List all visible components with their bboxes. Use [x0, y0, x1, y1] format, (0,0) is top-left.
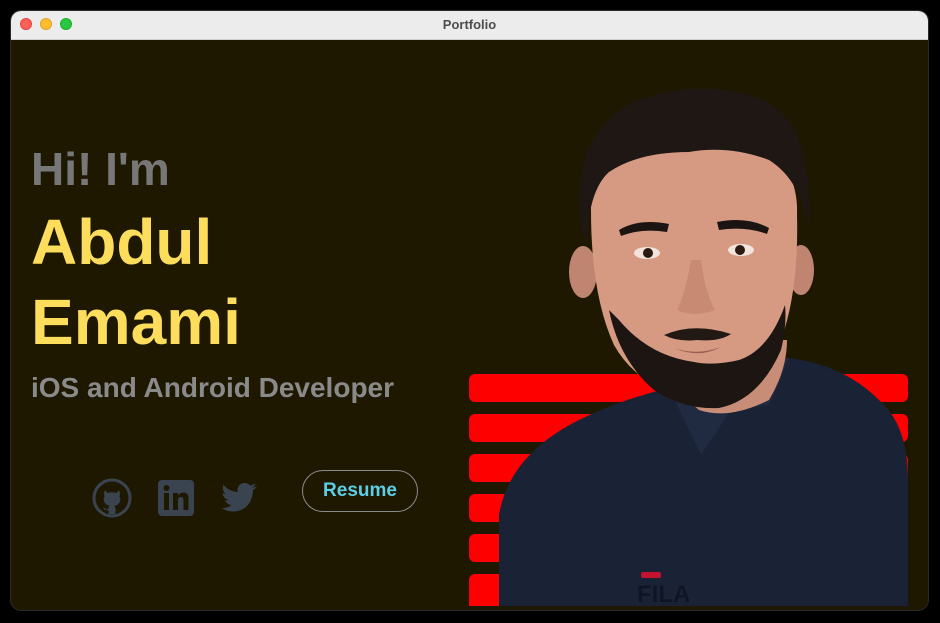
fila-flag-mark: [641, 572, 661, 578]
first-name: Abdul: [31, 206, 213, 278]
resume-button[interactable]: Resume: [302, 470, 418, 512]
twitter-icon: [221, 483, 257, 512]
profile-photo: FILA: [499, 88, 908, 606]
github-link[interactable]: [91, 477, 133, 519]
job-title: iOS and Android Developer: [31, 372, 395, 403]
twitter-link[interactable]: [219, 477, 261, 519]
window-title: Portfolio: [442, 17, 497, 32]
shirt-logo-text: FILA: [637, 581, 690, 606]
linkedin-icon: [158, 480, 194, 516]
greeting-text: Hi! I'm: [31, 143, 170, 195]
github-icon: [92, 478, 132, 518]
app-window: Portfolio Hi! I'm Abdul Emami iOS and An…: [11, 11, 928, 610]
linkedin-link[interactable]: [155, 477, 197, 519]
portfolio-page: Hi! I'm Abdul Emami iOS and Android Deve…: [11, 40, 928, 610]
last-name: Emami: [31, 286, 241, 358]
title-bar: Portfolio: [11, 11, 928, 40]
